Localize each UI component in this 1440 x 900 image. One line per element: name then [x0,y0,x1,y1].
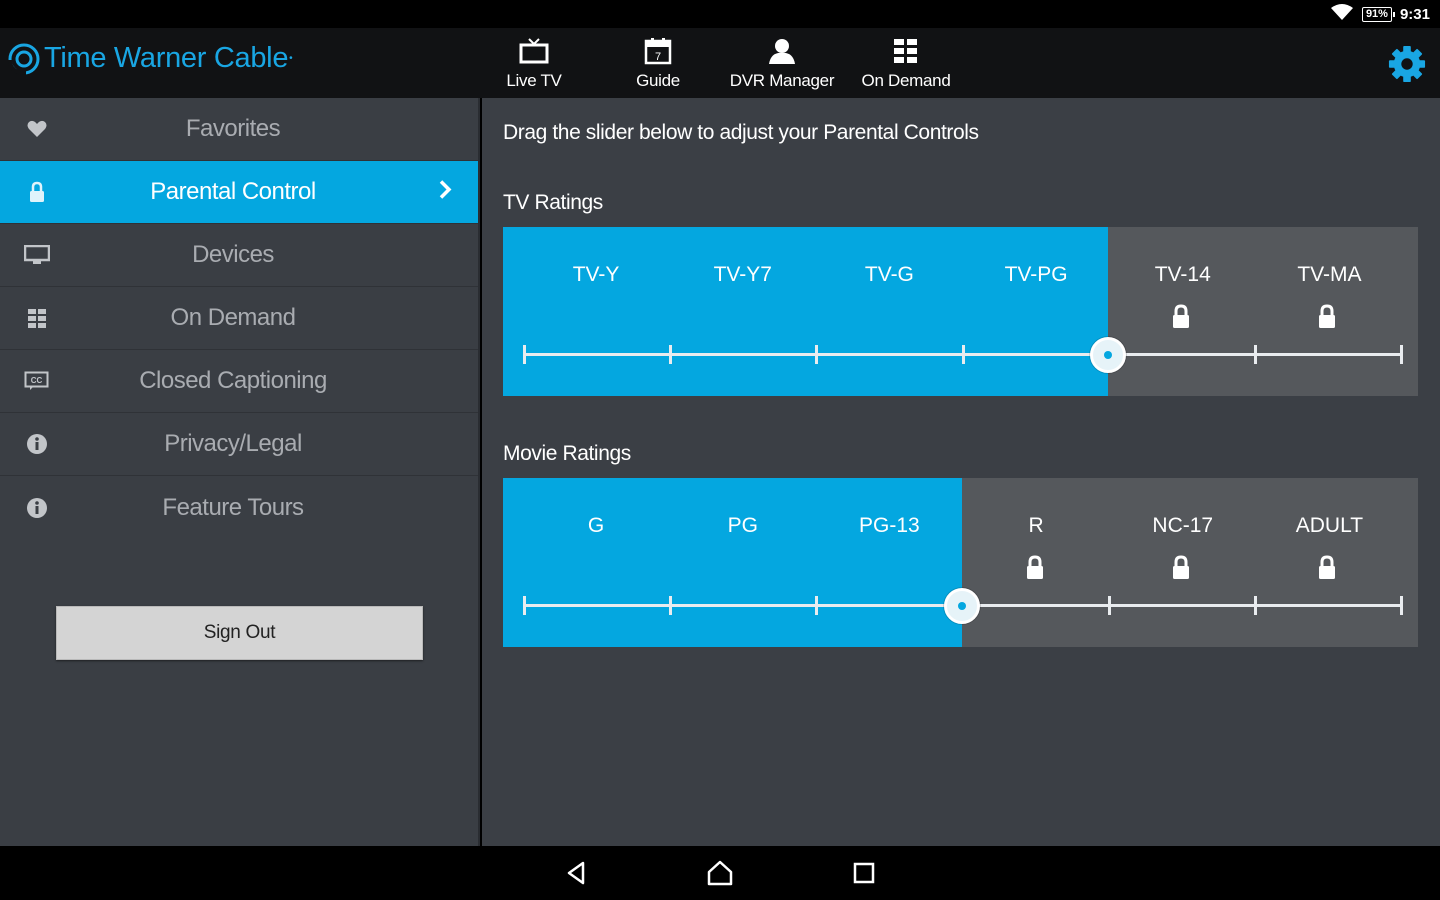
rating-label: G [587,514,605,537]
person-icon [767,37,797,65]
slider-tick [1253,345,1257,364]
nav-label: Guide [636,71,680,90]
sidebar-item-label: Devices [192,241,274,268]
status-indicators: 91% 9:31 [1330,0,1430,28]
nav-dvr-manager[interactable]: DVR Manager [720,28,844,98]
settings-gear-icon[interactable] [1388,45,1426,83]
app-header: Time Warner Cable • Live TV 7 Guide DVR M… [0,28,1440,98]
allowed-range-fill [503,478,962,647]
top-nav: Live TV 7 Guide DVR Manager On Demand [472,28,968,98]
slider-tick [1253,596,1257,615]
sidebar-item-privacy-legal[interactable]: Privacy/Legal [0,413,478,476]
heart-icon [24,118,50,140]
sidebar-item-label: Parental Control [150,178,316,205]
tv-ratings-slider-panel: TV-Y TV-Y7 TV-G TV-PG TV-14 TV-MA [503,227,1418,396]
slider-tick [1400,345,1403,364]
registered-mark: • [289,52,293,64]
clock: 9:31 [1399,5,1430,23]
parental-controls-panel: Drag the slider below to adjust your Par… [482,98,1440,846]
nav-live-tv[interactable]: Live TV [472,28,596,98]
sidebar-item-feature-tours[interactable]: Feature Tours [0,476,478,539]
grid-icon [24,307,50,329]
lock-icon [1318,555,1335,579]
lock-icon [1172,304,1189,328]
grid-icon [891,37,921,65]
tv-ratings-title: TV Ratings [503,191,603,214]
slider-tick [961,345,965,364]
slider-tick [669,596,673,615]
movie-ratings-slider-panel: G PG PG-13 R NC-17 ADULT [503,478,1418,647]
slider-tick [815,345,819,364]
slider-tick [669,345,673,364]
rating-label: TV-MA [1297,263,1362,286]
slider-tick [523,345,526,364]
brand-name: Time Warner Cable [44,41,289,74]
status-bar: 91% 9:31 [0,0,1440,28]
lock-icon [24,181,50,203]
sidebar-item-closed-captioning[interactable]: CC Closed Captioning [0,350,478,413]
slider-handle[interactable] [944,588,980,624]
nav-guide[interactable]: 7 Guide [596,28,720,98]
slider-tick [1107,596,1111,615]
rating-label: R [1028,514,1044,537]
recents-icon[interactable] [849,858,879,888]
tv-icon [519,37,549,65]
rating-label: TV-14 [1154,263,1211,286]
movie-ratings-title: Movie Ratings [503,442,631,465]
monitor-icon [24,244,50,266]
sidebar-item-favorites[interactable]: Favorites [0,98,478,161]
cc-icon: CC [24,370,50,392]
rating-label: TV-G [864,263,914,286]
system-nav-bar [0,846,1440,900]
lock-icon [1318,304,1335,328]
settings-sidebar: Favorites Parental Control Devices On De… [0,98,480,846]
slider-tick [523,596,526,615]
instruction-text: Drag the slider below to adjust your Par… [503,121,979,144]
sidebar-item-label: Closed Captioning [139,367,327,394]
lock-icon [1026,555,1043,579]
slider-tick [815,596,819,615]
rating-label: TV-PG [1004,263,1068,286]
calendar-day: 7 [655,51,661,63]
brand-logo[interactable]: Time Warner Cable • [6,40,293,76]
chevron-right-icon [438,180,452,205]
sidebar-item-label: On Demand [170,304,296,331]
sidebar-item-devices[interactable]: Devices [0,224,478,287]
sidebar-item-parental-control[interactable]: Parental Control [0,161,478,224]
sidebar-item-label: Privacy/Legal [164,430,302,457]
nav-label: Live TV [506,71,562,90]
battery-indicator: 91% [1361,6,1396,22]
nav-on-demand[interactable]: On Demand [844,28,968,98]
info-icon [24,433,50,455]
calendar-icon: 7 [643,37,673,65]
rating-label: TV-Y7 [713,263,772,286]
rating-label: ADULT [1295,514,1364,537]
back-icon[interactable] [562,858,592,888]
svg-text:CC: CC [31,376,43,385]
info-icon [24,497,50,519]
sidebar-item-label: Favorites [185,115,281,142]
twc-eye-icon [8,43,40,75]
lock-icon [1172,555,1189,579]
rating-label: PG-13 [859,514,920,537]
nav-label: On Demand [861,71,951,90]
rating-label: PG [727,514,758,537]
allowed-range-fill [503,227,1109,396]
slider-tick [1400,596,1403,615]
sign-out-button[interactable]: Sign Out [56,606,423,660]
nav-label: DVR Manager [729,71,835,90]
sidebar-item-label: Feature Tours [162,493,304,521]
rating-label: NC-17 [1152,514,1214,537]
wifi-icon [1330,3,1354,25]
slider-handle[interactable] [1090,337,1127,373]
home-icon[interactable] [705,858,735,888]
sidebar-item-on-demand[interactable]: On Demand [0,287,478,350]
rating-label: TV-Y [572,263,620,286]
